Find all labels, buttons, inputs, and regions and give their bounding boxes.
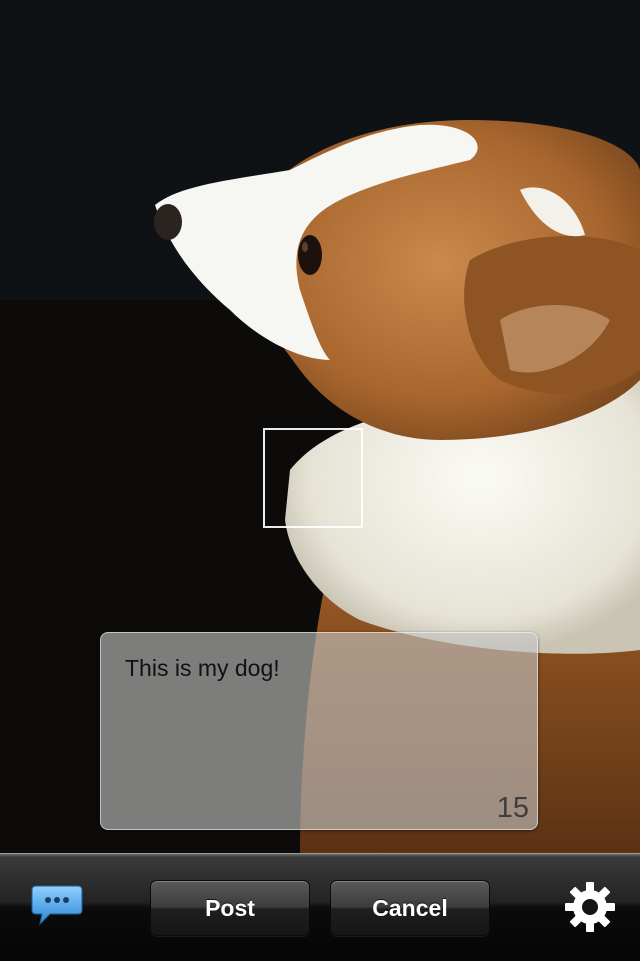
character-counter: 15 <box>496 792 529 824</box>
bottom-toolbar: Post Cancel <box>0 853 640 961</box>
caption-box[interactable]: This is my dog! 15 <box>100 632 538 830</box>
focus-indicator <box>263 428 363 528</box>
gear-icon[interactable] <box>562 879 618 935</box>
caption-text[interactable]: This is my dog! <box>125 655 517 682</box>
post-button[interactable]: Post <box>150 880 310 936</box>
cancel-button[interactable]: Cancel <box>330 880 490 936</box>
chat-bubble-icon[interactable] <box>30 884 84 930</box>
